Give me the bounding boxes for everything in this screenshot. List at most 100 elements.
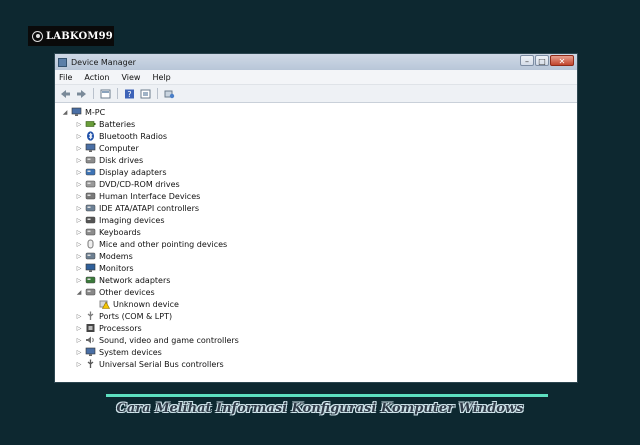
expand-arrow-icon[interactable]: ▷: [75, 337, 83, 344]
tree-category-node[interactable]: ▷ Keyboards: [75, 226, 141, 238]
hid-icon: [85, 192, 96, 200]
expand-arrow-icon[interactable]: ▷: [75, 205, 83, 212]
battery-icon: [85, 119, 96, 129]
tree-category-node[interactable]: ▷ Computer: [75, 142, 139, 154]
menu-help[interactable]: Help: [152, 73, 170, 82]
camera-icon: [85, 216, 96, 224]
dvd-drive-icon: [85, 180, 96, 188]
expand-arrow-icon[interactable]: ▷: [75, 253, 83, 260]
computer-icon: [71, 107, 82, 116]
expand-arrow-icon[interactable]: ▷: [75, 325, 83, 332]
minimize-button[interactable]: –: [520, 55, 534, 66]
expand-arrow-icon[interactable]: ▷: [75, 193, 83, 200]
device-manager-icon: [58, 57, 67, 67]
tree-category-node[interactable]: ▷ Human Interface Devices: [75, 190, 201, 202]
tree-category-node[interactable]: ◢ Other devices: [75, 286, 155, 298]
expand-arrow-icon[interactable]: ▷: [75, 121, 83, 128]
collapse-arrow-icon[interactable]: ◢: [75, 289, 83, 296]
expand-arrow-icon[interactable]: ▷: [75, 157, 83, 164]
scan-icon: [140, 89, 151, 98]
tree-category-node[interactable]: ▷ Universal Serial Bus controllers: [75, 358, 224, 370]
forward-button[interactable]: [75, 88, 88, 100]
tree-category-node[interactable]: ▷ System devices: [75, 346, 162, 358]
tree-category-node[interactable]: ▷ Imaging devices: [75, 214, 165, 226]
monitor-icon: [85, 263, 96, 272]
tree-node-label: Keyboards: [99, 227, 141, 237]
port-icon: [85, 311, 96, 321]
window-title: Device Manager: [71, 57, 136, 67]
tree-category-node[interactable]: ▷ Network adapters: [75, 274, 171, 286]
menu-action[interactable]: Action: [84, 73, 109, 82]
processor-icon: [85, 323, 96, 333]
computer-icon: [85, 143, 96, 152]
tree-node-label: Unknown device: [113, 299, 179, 309]
expand-arrow-icon[interactable]: ▷: [75, 277, 83, 284]
tree-category-node[interactable]: ▷ Mice and other pointing devices: [75, 238, 227, 250]
bluetooth-icon: [87, 131, 94, 141]
computer-icon: [85, 143, 96, 153]
tree-category-node[interactable]: ▷ Modems: [75, 250, 133, 262]
tree-node-label: Sound, video and game controllers: [99, 335, 239, 345]
tree-category-node[interactable]: ▷ DVD/CD-ROM drives: [75, 178, 180, 190]
tree-device-node[interactable]: Unknown device: [89, 298, 179, 310]
menu-bar: File Action View Help: [55, 70, 577, 85]
logo-text: LABKOM99: [46, 30, 113, 42]
expand-arrow-icon[interactable]: ▷: [75, 217, 83, 224]
other-devices-icon: [85, 287, 96, 297]
tree-category-node[interactable]: ▷ Display adapters: [75, 166, 167, 178]
menu-view[interactable]: View: [121, 73, 140, 82]
expand-arrow-icon[interactable]: ▷: [75, 313, 83, 320]
network-icon: [85, 276, 96, 284]
properties-button[interactable]: [99, 88, 112, 100]
tree-category-node[interactable]: ▷ Processors: [75, 322, 142, 334]
bluetooth-icon: [85, 131, 96, 141]
expand-arrow-icon[interactable]: ▷: [75, 181, 83, 188]
disk-drive-icon: [85, 155, 96, 165]
mouse-icon: [87, 239, 94, 249]
camera-icon: [85, 215, 96, 225]
title-bar[interactable]: Device Manager – □ ✕: [55, 54, 577, 70]
tree-category-node[interactable]: ▷ Batteries: [75, 118, 136, 130]
back-button[interactable]: [59, 88, 72, 100]
properties-icon: [100, 89, 111, 98]
tree-node-label: Human Interface Devices: [99, 191, 201, 201]
system-device-icon: [85, 347, 96, 356]
help-button[interactable]: ?: [123, 88, 136, 100]
expand-arrow-icon[interactable]: ▷: [75, 361, 83, 368]
menu-file[interactable]: File: [59, 73, 72, 82]
tree-category-node[interactable]: ▷ Bluetooth Radios: [75, 130, 167, 142]
tree-node-label: Mice and other pointing devices: [99, 239, 228, 249]
expand-arrow-icon[interactable]: ▷: [75, 349, 83, 356]
tree-node-label: Processors: [99, 323, 142, 333]
tree-root-node[interactable]: ◢ M-PC: [61, 106, 106, 118]
forward-icon: [77, 89, 86, 98]
network-icon: [85, 275, 96, 285]
update-driver-icon: [164, 90, 175, 98]
expand-arrow-icon[interactable]: ▷: [75, 241, 83, 248]
mouse-icon: [85, 239, 96, 249]
tree-category-node[interactable]: ▷ Ports (COM & LPT): [75, 310, 172, 322]
tree-category-node[interactable]: ▷ Sound, video and game controllers: [75, 334, 239, 346]
modem-icon: [85, 251, 96, 261]
update-driver-button[interactable]: [163, 88, 176, 100]
scan-button[interactable]: [139, 88, 152, 100]
tree-category-node[interactable]: ▷ IDE ATA/ATAPI controllers: [75, 202, 199, 214]
toolbar-separator: [117, 88, 118, 99]
close-button[interactable]: ✕: [550, 55, 574, 66]
tree-category-node[interactable]: ▷ Disk drives: [75, 154, 143, 166]
expand-arrow-icon[interactable]: ▷: [75, 169, 83, 176]
computer-icon: [71, 107, 82, 117]
help-icon: ?: [125, 89, 134, 99]
expand-arrow-icon[interactable]: ▷: [75, 145, 83, 152]
collapse-arrow-icon[interactable]: ◢: [61, 109, 69, 116]
expand-arrow-icon[interactable]: ▷: [75, 265, 83, 272]
maximize-button[interactable]: □: [535, 55, 549, 66]
expand-arrow-icon[interactable]: ▷: [75, 133, 83, 140]
tree-node-label: Bluetooth Radios: [99, 131, 168, 141]
disk-drive-icon: [85, 156, 96, 164]
site-logo: LABKOM99: [28, 26, 114, 46]
tree-node-label: Universal Serial Bus controllers: [99, 359, 224, 369]
expand-arrow-icon[interactable]: ▷: [75, 229, 83, 236]
tree-category-node[interactable]: ▷ Monitors: [75, 262, 134, 274]
device-tree: ◢ M-PC ▷ Batteries ▷ Bluetooth Radios ▷ Compute…: [55, 103, 577, 369]
